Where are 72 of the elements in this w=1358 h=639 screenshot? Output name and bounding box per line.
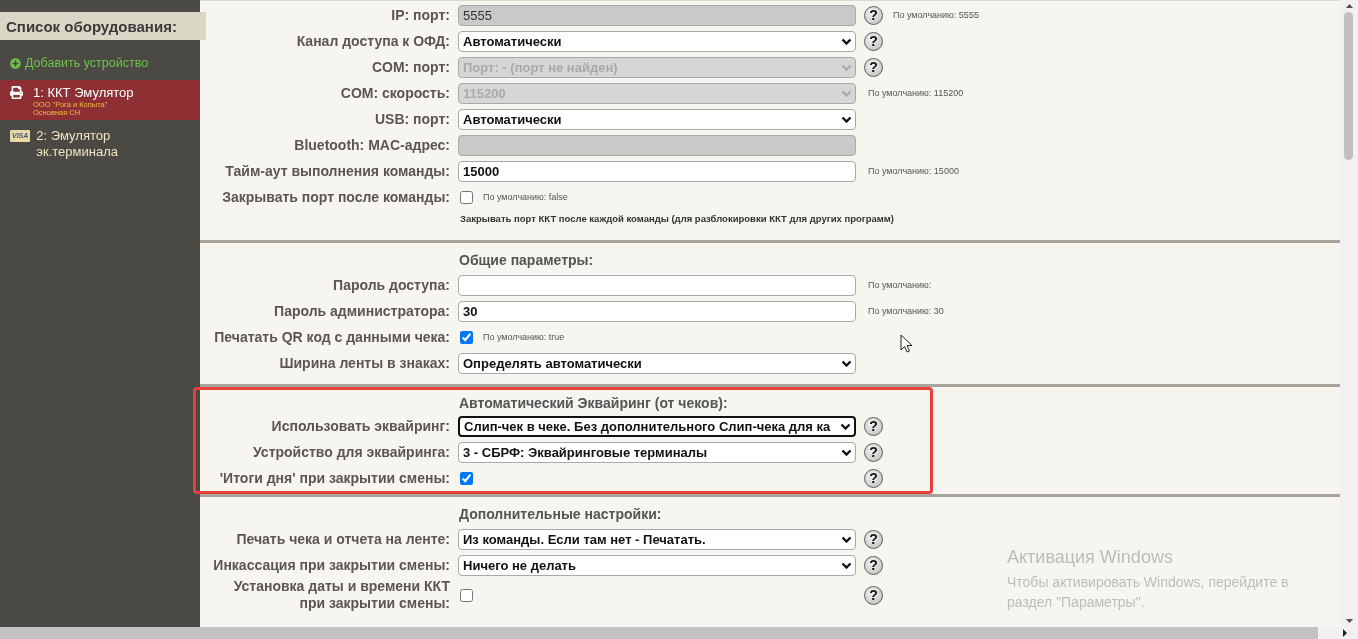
help-button[interactable]: ? [864, 416, 883, 436]
activation-title: Активация Windows [1007, 546, 1173, 569]
field-label: COM: порт: [371, 58, 450, 76]
mouse-pointer-icon [900, 334, 913, 353]
default-hint: По умолчанию: 15000 [868, 166, 959, 176]
field-label: Печатать QR код с данными чека: [214, 328, 450, 346]
scrollbar-thumb[interactable] [1344, 12, 1353, 160]
scroll-right-icon[interactable] [1342, 629, 1348, 637]
chevron-down-icon [841, 89, 852, 97]
default-hint: По умолчанию: 115200 [868, 88, 964, 98]
help-button[interactable]: ? [864, 31, 883, 51]
checkbox[interactable] [460, 330, 473, 344]
chevron-down-icon [841, 37, 852, 45]
chevron-down-icon [841, 448, 852, 456]
field-label: Пароль доступа: [333, 276, 450, 294]
help-button[interactable]: ? [864, 442, 883, 462]
dropdown[interactable]: Автоматически [458, 108, 856, 130]
field-label: Bluetooth: MAC-адрес: [294, 136, 450, 154]
input-field[interactable]: 30 [458, 300, 856, 322]
checkbox[interactable] [460, 588, 473, 602]
device-title: 2: Эмулятор эк.терминала [36, 128, 119, 160]
input-field[interactable] [458, 274, 856, 296]
activation-message: Чтобы активировать Windows, перейдите в раздел "Параметры". [1007, 573, 1290, 612]
dropdown[interactable]: Из команды. Если там нет - Печатать. [458, 528, 856, 550]
scroll-down-icon[interactable] [1345, 618, 1353, 624]
field-label: Использовать эквайринг: [271, 417, 450, 435]
field-label: Инкассация при закрытии смены: [213, 556, 450, 574]
chevron-down-icon [841, 561, 852, 569]
dropdown[interactable]: Слип-чек в чеке. Без дополнительного Слип-чека для ка [458, 415, 856, 437]
chevron-down-icon [841, 535, 852, 543]
field-label: USB: порт: [375, 110, 450, 128]
field-label: IP: порт: [391, 6, 450, 24]
help-button[interactable]: ? [864, 555, 883, 575]
field-label: Устройство для эквайринга: [253, 443, 450, 461]
input-field[interactable]: 15000 [458, 160, 856, 182]
default-hint: По умолчанию: 5555 [893, 10, 979, 20]
field-label: Канал доступа к ОФД: [296, 32, 450, 50]
field-label: Печать чека и отчета на ленте: [236, 530, 450, 548]
section-title: Дополнительные настройки: [459, 505, 662, 523]
chevron-down-icon [841, 115, 852, 123]
field-note: Закрывать порт ККТ после каждой команды (для разблокировки ККТ для других программ) [460, 213, 894, 226]
default-hint: По умолчанию: false [483, 192, 568, 202]
help-button[interactable]: ? [864, 468, 883, 488]
chevron-down-icon [840, 422, 851, 430]
default-hint: По умолчанию: 30 [868, 306, 944, 316]
device-title: 1: ККТ Эмулятор [33, 85, 134, 101]
printer-icon [10, 86, 23, 99]
section-title: Автоматический Эквайринг (от чеков): [459, 394, 728, 412]
dropdown[interactable]: 3 - СБРФ: Эквайринговые терминалы [458, 441, 856, 463]
vertical-scrollbar[interactable] [1340, 0, 1358, 627]
dropdown[interactable]: Автоматически [458, 30, 856, 52]
help-button[interactable]: ? [864, 529, 883, 549]
add-device-link[interactable]: Добавить устройство [10, 56, 149, 71]
default-hint: По умолчанию: true [483, 332, 565, 342]
default-hint: По умолчанию: [868, 280, 932, 290]
field-label: COM: скорость: [340, 84, 450, 102]
dropdown[interactable]: Определять автоматически [458, 352, 856, 374]
field-label: Тайм-аут выполнения команды: [225, 162, 450, 180]
field-label: Закрывать порт после команды: [222, 188, 450, 206]
help-button[interactable]: ? [864, 585, 883, 605]
field-label: 'Итоги дня' при закрытии смены: [219, 469, 450, 487]
section-title: Общие параметры: [459, 251, 594, 269]
chevron-down-icon [841, 63, 852, 71]
dropdown[interactable]: Ничего не делать [458, 554, 856, 576]
field-label: Ширина ленты в знаках: [279, 354, 450, 372]
field-label: Установка даты и времени ККТ при закрытии смены: [232, 578, 450, 612]
scroll-up-icon[interactable] [1345, 3, 1353, 9]
chevron-down-icon [841, 359, 852, 367]
checkbox[interactable] [460, 471, 473, 485]
checkbox[interactable] [460, 190, 473, 204]
field-label: Пароль администратора: [274, 302, 450, 320]
sidebar-heading: Список оборудования: [0, 12, 206, 40]
